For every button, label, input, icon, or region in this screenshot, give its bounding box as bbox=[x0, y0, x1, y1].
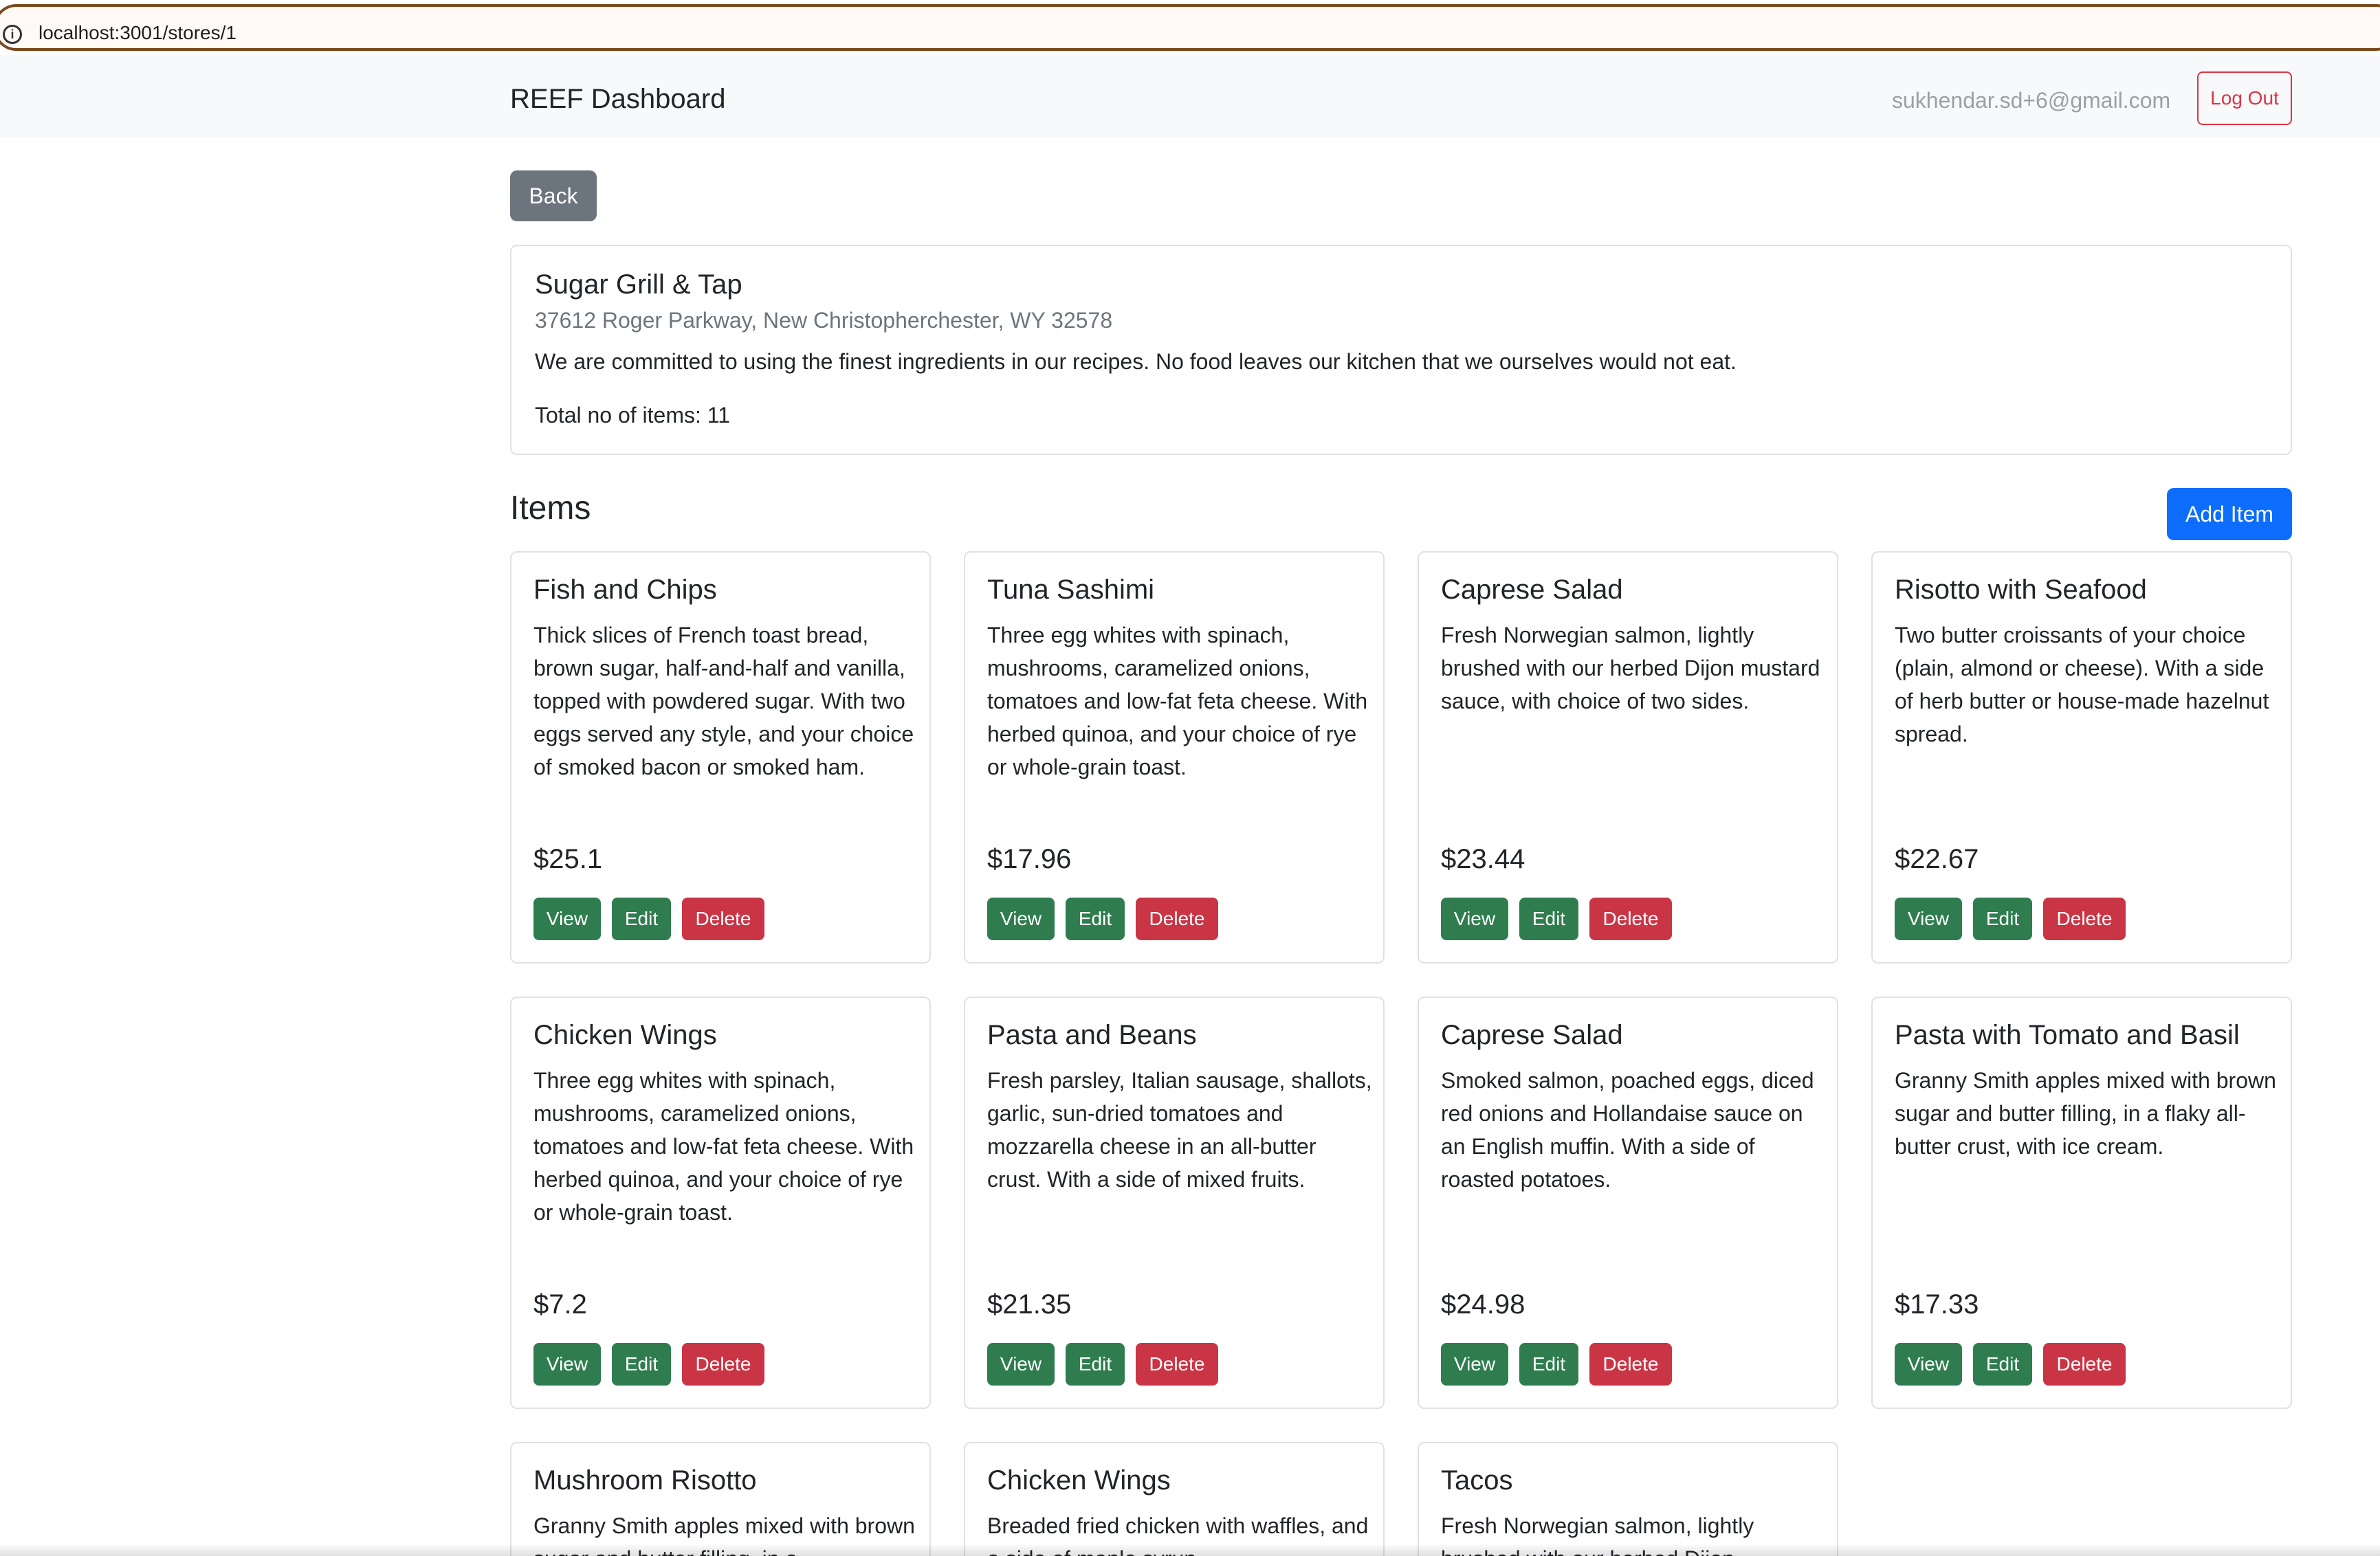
item-card: Mushroom Risotto Granny Smith apples mix… bbox=[510, 1442, 931, 1556]
item-card: Pasta with Tomato and Basil Granny Smith… bbox=[1871, 997, 2292, 1409]
edit-button[interactable]: Edit bbox=[1066, 1343, 1125, 1386]
item-actions: View Edit Delete bbox=[1895, 1343, 2126, 1386]
delete-button[interactable]: Delete bbox=[2043, 1343, 2126, 1386]
item-description: Fresh Norwegian salmon, lightly brushed … bbox=[1441, 623, 1820, 713]
item-name: Mushroom Risotto bbox=[533, 1465, 757, 1496]
item-price: $22.67 bbox=[1895, 844, 1979, 874]
store-address: 37612 Roger Parkway, New Christopherches… bbox=[535, 308, 1113, 333]
view-button[interactable]: View bbox=[1895, 1343, 1962, 1386]
user-email: sukhendar.sd+6@gmail.com bbox=[1892, 88, 2171, 113]
item-card: Chicken Wings Breaded fried chicken with… bbox=[964, 1442, 1385, 1556]
edit-button[interactable]: Edit bbox=[1973, 898, 2032, 940]
item-description: Three egg whites with spinach, mushrooms… bbox=[987, 623, 1368, 779]
item-card: Risotto with Seafood Two butter croissan… bbox=[1871, 551, 2292, 964]
item-description: Smoked salmon, poached eggs, diced red o… bbox=[1441, 1068, 1814, 1192]
navbar: REEF Dashboard sukhendar.sd+6@gmail.com … bbox=[0, 55, 2380, 137]
item-name: Risotto with Seafood bbox=[1895, 575, 2147, 605]
item-price: $17.33 bbox=[1895, 1289, 1979, 1320]
view-button[interactable]: View bbox=[987, 898, 1055, 940]
item-actions: View Edit Delete bbox=[987, 898, 1218, 940]
item-price: $24.98 bbox=[1441, 1289, 1525, 1320]
logout-button[interactable]: Log Out bbox=[2197, 71, 2292, 125]
view-button[interactable]: View bbox=[987, 1343, 1055, 1386]
item-actions: View Edit Delete bbox=[1895, 898, 2126, 940]
item-price: $25.1 bbox=[533, 844, 603, 874]
item-card: Tacos Fresh Norwegian salmon, lightly br… bbox=[1418, 1442, 1838, 1556]
edit-button[interactable]: Edit bbox=[612, 898, 671, 940]
view-button[interactable]: View bbox=[1895, 898, 1962, 940]
item-description: Granny Smith apples mixed with brown sug… bbox=[1895, 1068, 2276, 1159]
item-actions: View Edit Delete bbox=[987, 1343, 1218, 1386]
view-button[interactable]: View bbox=[533, 1343, 601, 1386]
item-price: $7.2 bbox=[533, 1289, 587, 1320]
store-name: Sugar Grill & Tap bbox=[535, 269, 742, 300]
item-description: Two butter croissants of your choice (pl… bbox=[1895, 623, 2269, 746]
item-name: Chicken Wings bbox=[987, 1465, 1171, 1496]
item-card: Caprese Salad Fresh Norwegian salmon, li… bbox=[1418, 551, 1838, 964]
edit-button[interactable]: Edit bbox=[1519, 898, 1578, 940]
item-description: Fresh parsley, Italian sausage, shallots… bbox=[987, 1068, 1372, 1192]
item-card: Tuna Sashimi Three egg whites with spina… bbox=[964, 551, 1385, 964]
info-icon[interactable]: i bbox=[3, 25, 22, 44]
item-name: Pasta with Tomato and Basil bbox=[1895, 1020, 2240, 1050]
edit-button[interactable]: Edit bbox=[1066, 898, 1125, 940]
item-price: $21.35 bbox=[987, 1289, 1072, 1320]
store-info-card: Sugar Grill & Tap 37612 Roger Parkway, N… bbox=[510, 245, 2292, 455]
item-card: Fish and Chips Thick slices of French to… bbox=[510, 551, 931, 964]
item-name: Tacos bbox=[1441, 1465, 1513, 1496]
item-card: Pasta and Beans Fresh parsley, Italian s… bbox=[964, 997, 1385, 1409]
items-heading: Items bbox=[510, 490, 591, 526]
item-description: Thick slices of French toast bread, brow… bbox=[533, 623, 914, 779]
item-price: $17.96 bbox=[987, 844, 1072, 874]
delete-button[interactable]: Delete bbox=[1136, 898, 1218, 940]
brand-title[interactable]: REEF Dashboard bbox=[510, 84, 725, 115]
edit-button[interactable]: Edit bbox=[612, 1343, 671, 1386]
item-name: Caprese Salad bbox=[1441, 575, 1623, 605]
item-actions: View Edit Delete bbox=[533, 1343, 764, 1386]
item-description: Three egg whites with spinach, mushrooms… bbox=[533, 1068, 914, 1225]
item-name: Chicken Wings bbox=[533, 1020, 717, 1050]
delete-button[interactable]: Delete bbox=[2043, 898, 2126, 940]
item-card: Chicken Wings Three egg whites with spin… bbox=[510, 997, 931, 1409]
delete-button[interactable]: Delete bbox=[1589, 1343, 1672, 1386]
item-price: $23.44 bbox=[1441, 844, 1525, 874]
store-description: We are committed to using the finest ing… bbox=[535, 349, 1737, 374]
back-button[interactable]: Back bbox=[510, 170, 597, 221]
add-item-button[interactable]: Add Item bbox=[2167, 488, 2292, 540]
delete-button[interactable]: Delete bbox=[682, 898, 764, 940]
view-button[interactable]: View bbox=[1441, 1343, 1508, 1386]
delete-button[interactable]: Delete bbox=[1136, 1343, 1218, 1386]
window-bottom-shadow bbox=[0, 1545, 2380, 1556]
store-total-items: Total no of items: 11 bbox=[535, 403, 730, 427]
item-actions: View Edit Delete bbox=[1441, 898, 1672, 940]
item-actions: View Edit Delete bbox=[1441, 1343, 1672, 1386]
url-text[interactable]: localhost:3001/stores/1 bbox=[38, 22, 236, 44]
edit-button[interactable]: Edit bbox=[1519, 1343, 1578, 1386]
browser-address-bar: i localhost:3001/stores/1 bbox=[0, 0, 2380, 55]
delete-button[interactable]: Delete bbox=[1589, 898, 1672, 940]
edit-button[interactable]: Edit bbox=[1973, 1343, 2032, 1386]
view-button[interactable]: View bbox=[533, 898, 601, 940]
item-name: Caprese Salad bbox=[1441, 1020, 1623, 1050]
item-card: Caprese Salad Smoked salmon, poached egg… bbox=[1418, 997, 1838, 1409]
delete-button[interactable]: Delete bbox=[682, 1343, 764, 1386]
item-name: Tuna Sashimi bbox=[987, 575, 1155, 605]
view-button[interactable]: View bbox=[1441, 898, 1508, 940]
item-actions: View Edit Delete bbox=[533, 898, 764, 940]
item-name: Pasta and Beans bbox=[987, 1020, 1197, 1050]
url-field[interactable]: i localhost:3001/stores/1 bbox=[0, 4, 2380, 51]
item-name: Fish and Chips bbox=[533, 575, 717, 605]
